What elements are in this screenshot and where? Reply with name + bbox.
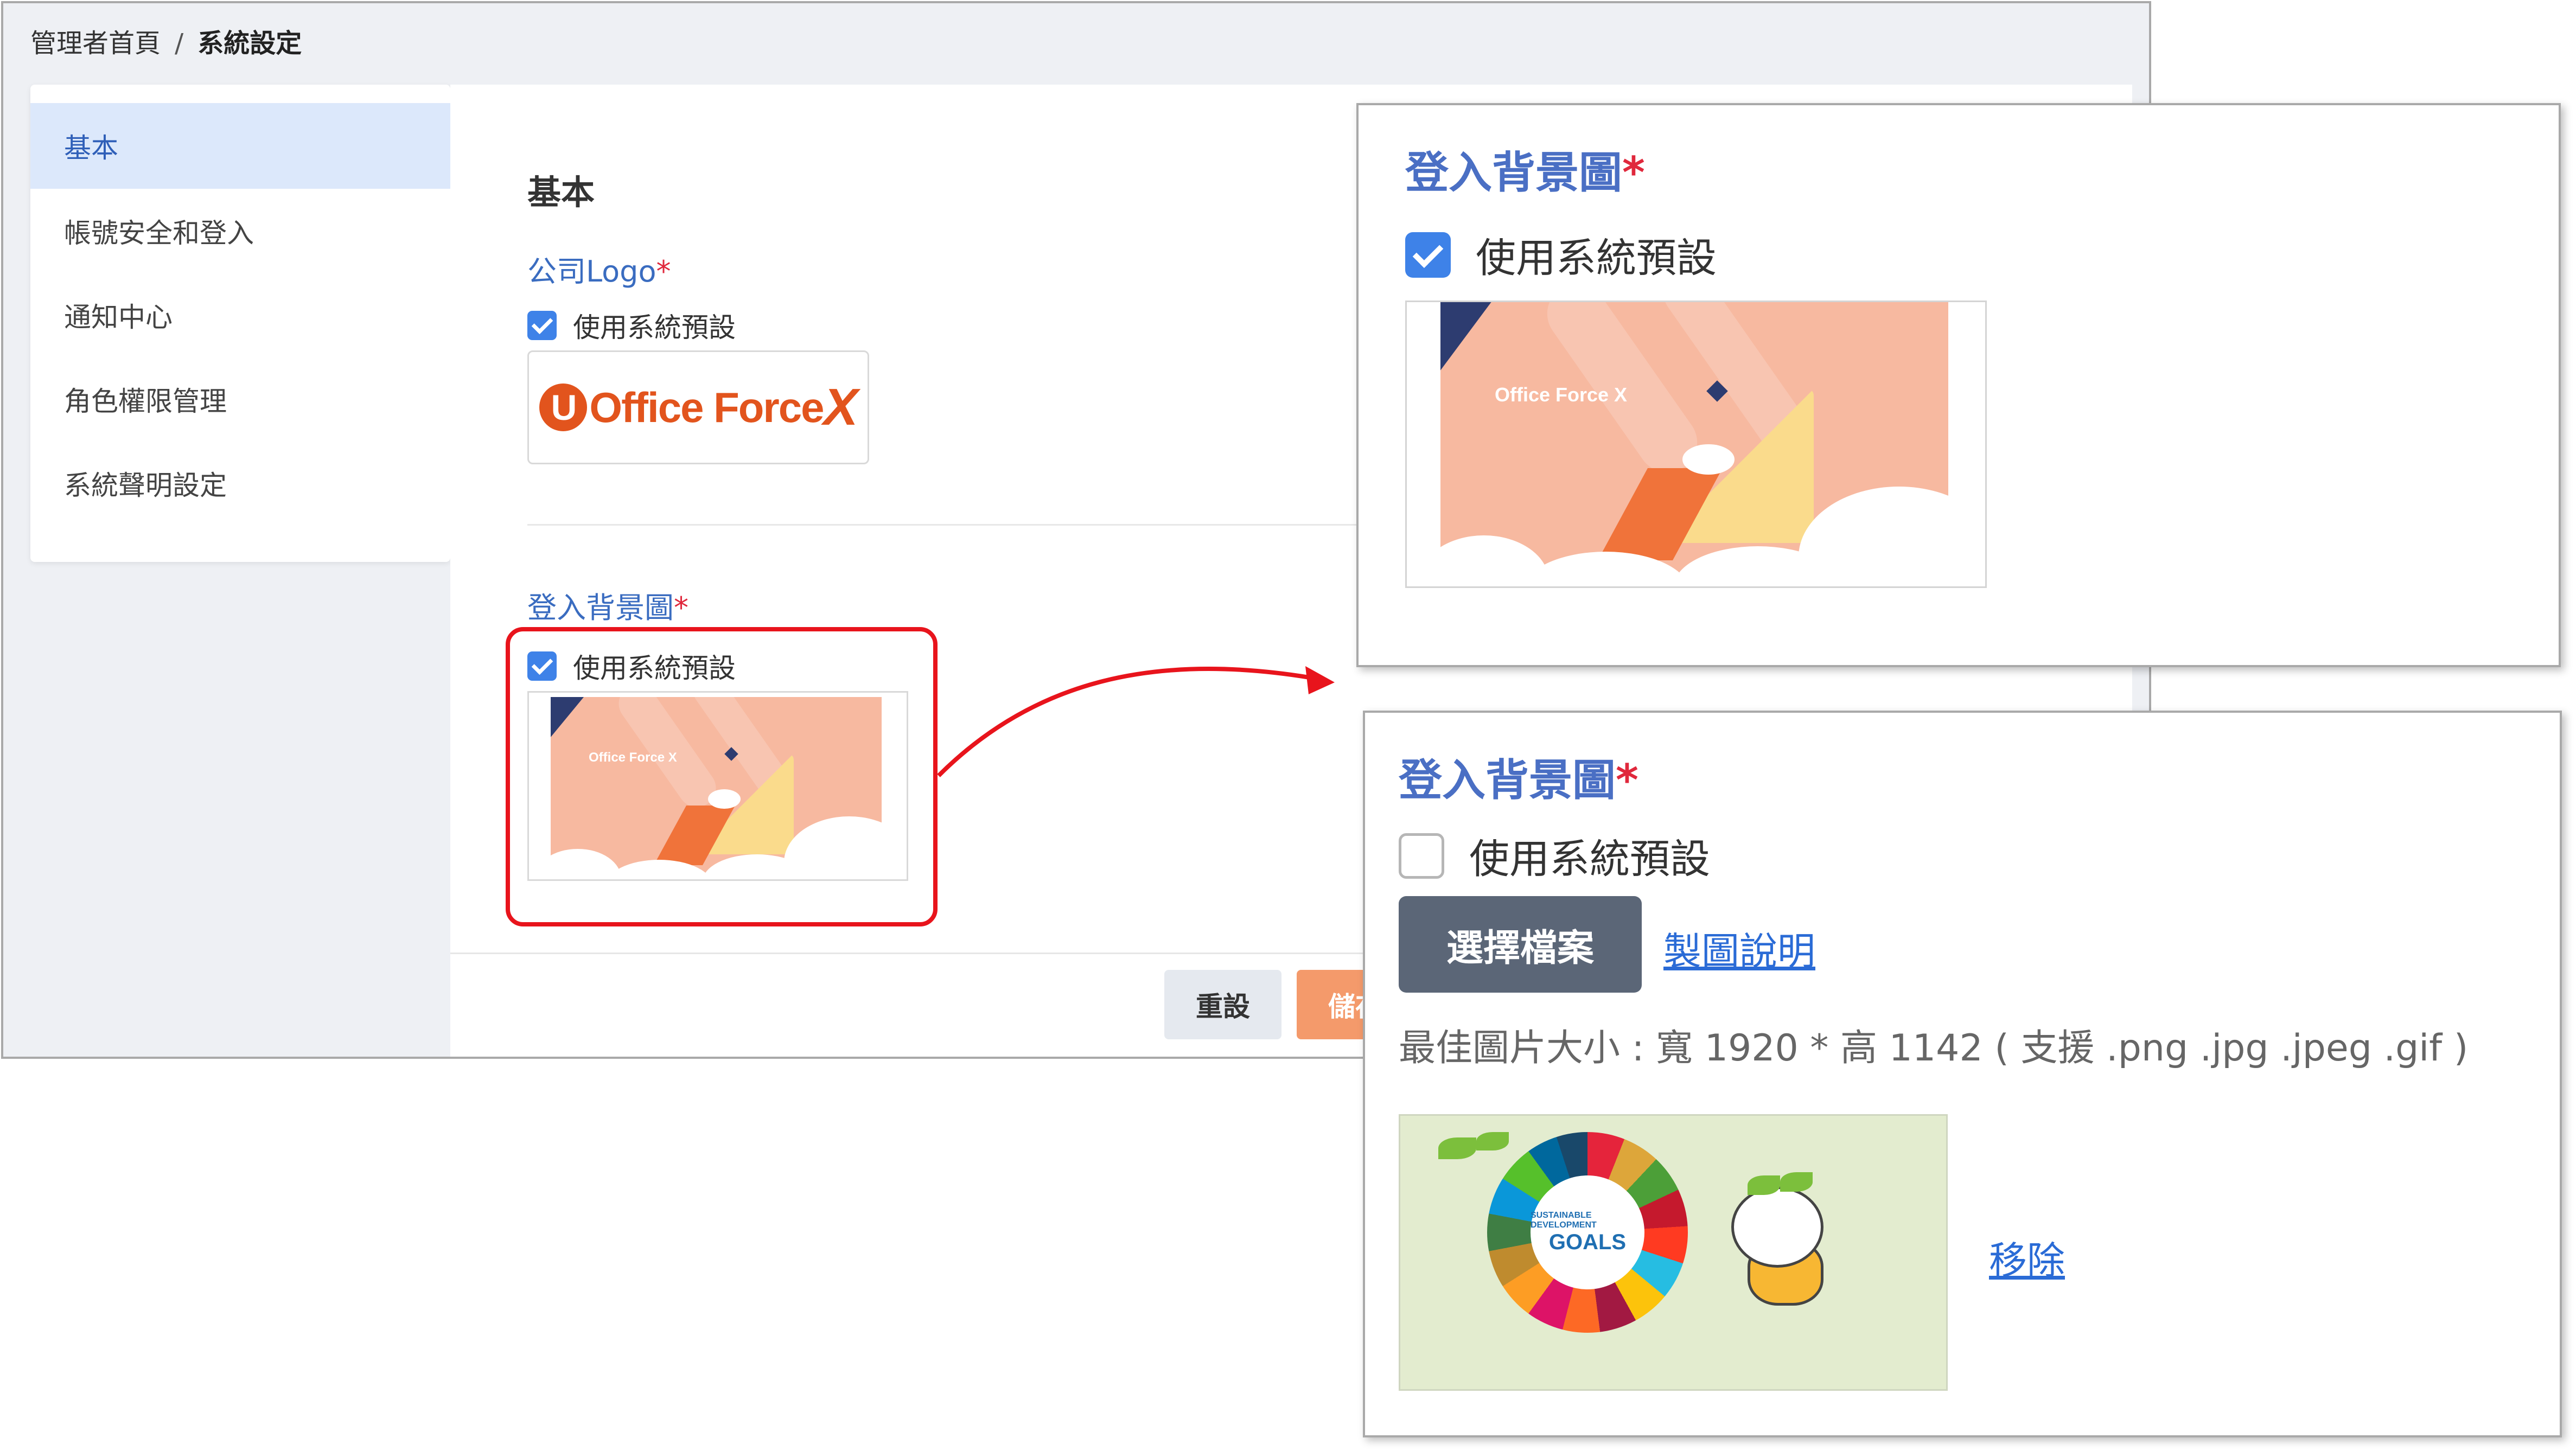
required-mark: * bbox=[656, 254, 671, 289]
logo-x-mark: X bbox=[823, 378, 858, 436]
login-bg-illustration: Office Force X bbox=[1440, 302, 1948, 586]
sdg-center: SUSTAINABLE DEVELOPMENT GOALS bbox=[1531, 1175, 1644, 1289]
zoom-default-preview: Office Force X bbox=[1405, 301, 1987, 588]
sidebar-item-label: 系統聲明設定 bbox=[64, 469, 227, 501]
sidebar-item-label: 角色權限管理 bbox=[64, 385, 227, 417]
zoom-custom-title: 登入背景圖* bbox=[1399, 755, 1638, 806]
section-divider bbox=[527, 524, 1395, 526]
section-title: 基本 bbox=[527, 172, 595, 212]
breadcrumb: 管理者首頁 / 系統設定 bbox=[30, 22, 302, 60]
checkbox-icon[interactable] bbox=[1405, 232, 1451, 278]
highlight-box bbox=[506, 627, 938, 926]
breadcrumb-home[interactable]: 管理者首頁 bbox=[30, 28, 161, 59]
mini-logo: Office Force X bbox=[1495, 383, 1628, 406]
settings-sidebar: 基本 帳號安全和登入 通知中心 角色權限管理 系統聲明設定 bbox=[30, 85, 450, 562]
reset-button[interactable]: 重設 bbox=[1164, 970, 1281, 1039]
required-mark: * bbox=[674, 591, 688, 625]
image-guide-link[interactable]: 製圖說明 bbox=[1663, 921, 1815, 976]
logo-use-default-label: 使用系統預設 bbox=[573, 312, 736, 343]
remove-image-link[interactable]: 移除 bbox=[1989, 1230, 2065, 1285]
custom-bg-preview: SUSTAINABLE DEVELOPMENT GOALS bbox=[1399, 1114, 1948, 1391]
breadcrumb-separator: / bbox=[175, 28, 184, 59]
company-logo-label: 公司Logo* bbox=[527, 254, 671, 289]
zoom-custom-use-default-row[interactable]: 使用系統預設 bbox=[1399, 827, 1710, 885]
zoom-panel-custom: 登入背景圖* 使用系統預設 選擇檔案 製圖說明 最佳圖片大小 : 寬 1920 … bbox=[1363, 711, 2562, 1437]
zoom-default-title: 登入背景圖* bbox=[1405, 148, 1645, 198]
logo-u-mark: U bbox=[539, 383, 588, 431]
sidebar-item-notification[interactable]: 通知中心 bbox=[30, 273, 450, 357]
sidebar-item-label: 帳號安全和登入 bbox=[64, 217, 254, 249]
sidebar-item-label: 通知中心 bbox=[64, 301, 173, 333]
choose-file-button[interactable]: 選擇檔案 bbox=[1399, 896, 1642, 993]
sidebar-item-role-permission[interactable]: 角色權限管理 bbox=[30, 357, 450, 441]
zoom-panel-default: 登入背景圖* 使用系統預設 Office Force X bbox=[1356, 103, 2561, 667]
zoom-default-use-default-row[interactable]: 使用系統預設 bbox=[1405, 226, 1717, 284]
sidebar-item-basic[interactable]: 基本 bbox=[30, 103, 450, 189]
zoom-custom-use-default-label: 使用系統預設 bbox=[1469, 836, 1710, 883]
login-bg-label: 登入背景圖* bbox=[527, 591, 688, 625]
required-mark: * bbox=[1622, 148, 1645, 198]
sidebar-item-label: 基本 bbox=[64, 132, 118, 164]
mascot-head bbox=[1731, 1186, 1823, 1268]
curved-arrow-icon bbox=[937, 666, 1335, 777]
office-force-logo: U Office Force X bbox=[539, 378, 858, 437]
company-logo-preview: U Office Force X bbox=[527, 350, 869, 464]
corner-shape bbox=[1440, 302, 1491, 370]
checkbox-icon[interactable] bbox=[1399, 833, 1444, 879]
checkbox-icon[interactable] bbox=[527, 311, 557, 340]
required-mark: * bbox=[1616, 755, 1638, 806]
zoom-default-use-default-label: 使用系統預設 bbox=[1476, 235, 1717, 282]
sidebar-item-system-statement[interactable]: 系統聲明設定 bbox=[30, 441, 450, 525]
sidebar-item-account-security[interactable]: 帳號安全和登入 bbox=[30, 189, 450, 273]
logo-wordmark: Office Force bbox=[589, 383, 824, 431]
logo-use-default-row[interactable]: 使用系統預設 bbox=[527, 306, 736, 345]
breadcrumb-current: 系統設定 bbox=[197, 28, 302, 59]
image-size-hint: 最佳圖片大小 : 寬 1920 * 高 1142 ( 支援 .png .jpg … bbox=[1399, 1027, 2469, 1070]
